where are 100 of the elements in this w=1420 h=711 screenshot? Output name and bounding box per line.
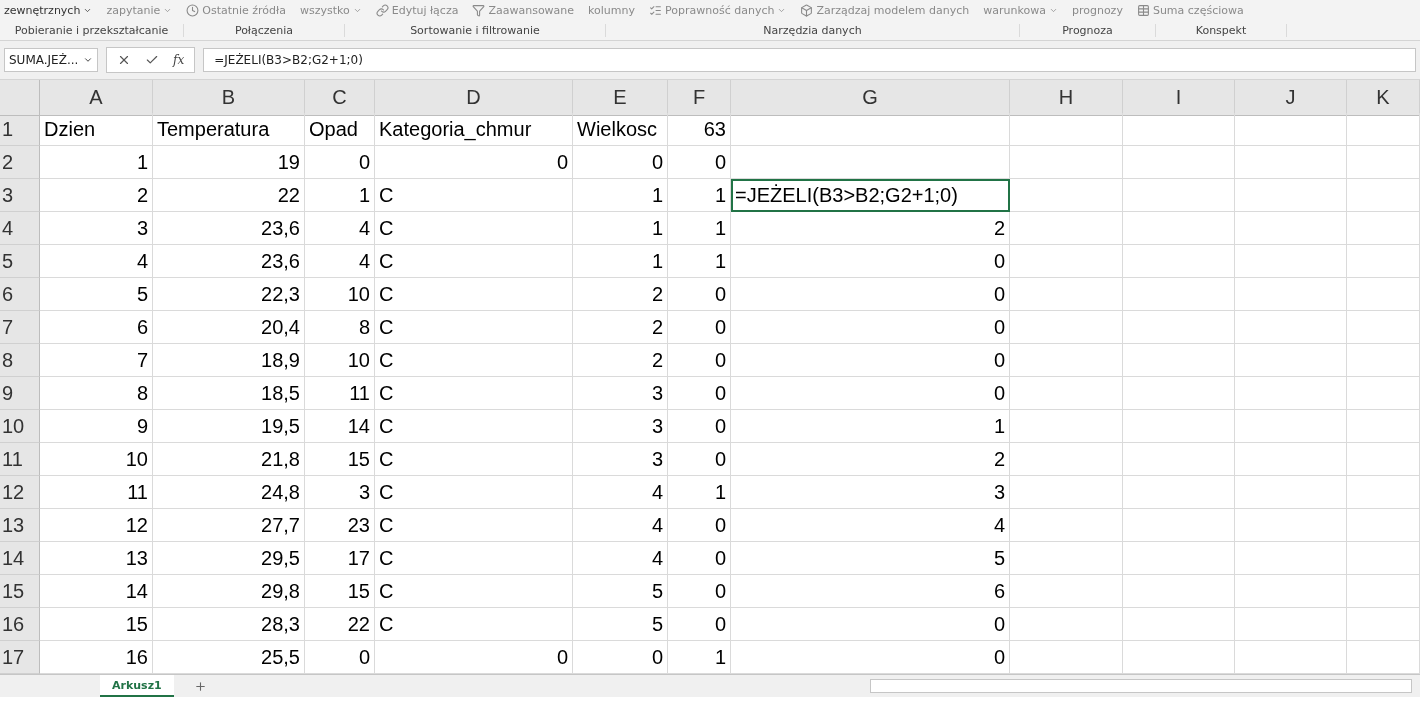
table-cell: 0 <box>731 311 1010 344</box>
table-cell: 24,8 <box>153 476 305 509</box>
table-cell: 29,8 <box>153 575 305 608</box>
table-cell: 1 <box>668 245 731 278</box>
table-cell: 5 <box>731 542 1010 575</box>
table-cell: 14 <box>305 410 375 443</box>
column-header[interactable]: F <box>668 80 731 116</box>
table-cell: 19 <box>153 146 305 179</box>
table-cell: C <box>375 410 573 443</box>
table-cell: 2 <box>573 344 668 377</box>
table-cell: 4 <box>573 476 668 509</box>
table-cell: Kategoria_chmur <box>375 113 573 146</box>
table-cell: Wielkosc <box>573 113 668 146</box>
row-header[interactable]: 16 <box>0 608 40 641</box>
row-header[interactable]: 10 <box>0 410 40 443</box>
table-cell: 4 <box>40 245 153 278</box>
sheet-tab[interactable]: Arkusz1 <box>100 675 174 697</box>
insert-function-button[interactable]: fx <box>173 53 185 67</box>
table-cell: C <box>375 476 573 509</box>
table-cell: 0 <box>668 542 731 575</box>
column-header[interactable]: J <box>1235 80 1347 116</box>
row-header[interactable]: 9 <box>0 377 40 410</box>
cancel-icon[interactable] <box>117 53 131 67</box>
table-cell: 1 <box>668 179 731 212</box>
table-cell: 23,6 <box>153 245 305 278</box>
row-header[interactable]: 13 <box>0 509 40 542</box>
horizontal-scrollbar[interactable] <box>870 679 1412 693</box>
table-cell: 22 <box>153 179 305 212</box>
column-header[interactable]: C <box>305 80 375 116</box>
table-cell: 10 <box>305 278 375 311</box>
table-cell: 22 <box>305 608 375 641</box>
table-cell: 10 <box>305 344 375 377</box>
ribbon-icon <box>472 3 486 17</box>
table-cell: C <box>375 509 573 542</box>
row-header[interactable]: 3 <box>0 179 40 212</box>
table-cell: 11 <box>305 377 375 410</box>
table-cell: 6 <box>731 575 1010 608</box>
ribbon-icon <box>649 3 663 17</box>
ribbon-group-label: Prognoza <box>1020 23 1156 37</box>
table-cell: 0 <box>668 146 731 179</box>
row-header[interactable]: 11 <box>0 443 40 476</box>
table-cell: 17 <box>305 542 375 575</box>
table-cell: 3 <box>573 377 668 410</box>
table-cell: 15 <box>305 443 375 476</box>
ribbon-icon <box>1136 3 1150 17</box>
table-cell: 4 <box>731 509 1010 542</box>
column-header[interactable]: H <box>1010 80 1123 116</box>
table-cell: Dzien <box>40 113 153 146</box>
table-cell: C <box>375 542 573 575</box>
column-header[interactable]: G <box>731 80 1010 116</box>
table-cell: C <box>375 575 573 608</box>
formula-field[interactable]: =JEŻELI(B3>B2;G2+1;0) <box>203 48 1416 72</box>
row-header[interactable]: 6 <box>0 278 40 311</box>
table-cell: 0 <box>573 146 668 179</box>
table-cell: 0 <box>305 146 375 179</box>
row-header[interactable]: 4 <box>0 212 40 245</box>
row-header[interactable]: 14 <box>0 542 40 575</box>
row-header[interactable]: 7 <box>0 311 40 344</box>
table-cell: 12 <box>40 509 153 542</box>
table-cell: 3 <box>305 476 375 509</box>
table-cell: 0 <box>731 344 1010 377</box>
table-cell: 21,8 <box>153 443 305 476</box>
table-cell: 29,5 <box>153 542 305 575</box>
table-cell: 11 <box>40 476 153 509</box>
row-header[interactable]: 12 <box>0 476 40 509</box>
column-header[interactable]: D <box>375 80 573 116</box>
table-cell: C <box>375 245 573 278</box>
table-cell: 5 <box>573 608 668 641</box>
name-box[interactable]: SUMA.JEŻ... <box>4 48 98 72</box>
table-cell: Temperatura <box>153 113 305 146</box>
table-cell: 0 <box>668 311 731 344</box>
table-cell: 15 <box>40 608 153 641</box>
row-header[interactable]: 5 <box>0 245 40 278</box>
table-cell: 0 <box>375 146 573 179</box>
row-header[interactable]: 15 <box>0 575 40 608</box>
check-icon[interactable] <box>145 53 159 67</box>
row-header[interactable]: 8 <box>0 344 40 377</box>
column-header[interactable]: B <box>153 80 305 116</box>
column-header[interactable]: I <box>1123 80 1235 116</box>
ribbon-button[interactable]: zewnętrznych <box>4 3 93 17</box>
column-header[interactable]: E <box>573 80 668 116</box>
table-cell: 5 <box>40 278 153 311</box>
column-header[interactable]: K <box>1347 80 1420 116</box>
table-cell: 0 <box>668 575 731 608</box>
table-cell: 18,5 <box>153 377 305 410</box>
row-header[interactable]: 17 <box>0 641 40 674</box>
active-cell: =JEŻELI(B3>B2;G2+1;0) <box>731 179 1010 212</box>
row-header[interactable]: 2 <box>0 146 40 179</box>
ribbon-icon <box>186 3 200 17</box>
table-cell: 0 <box>668 509 731 542</box>
table-cell: 4 <box>573 509 668 542</box>
table-cell: C <box>375 311 573 344</box>
table-cell: 20,4 <box>153 311 305 344</box>
table-cell: 9 <box>40 410 153 443</box>
column-header[interactable]: A <box>40 80 153 116</box>
ribbon-icon <box>375 3 389 17</box>
table-cell: 0 <box>668 410 731 443</box>
table-cell: 13 <box>40 542 153 575</box>
table-cell: 1 <box>573 179 668 212</box>
add-sheet-icon[interactable] <box>193 679 207 693</box>
